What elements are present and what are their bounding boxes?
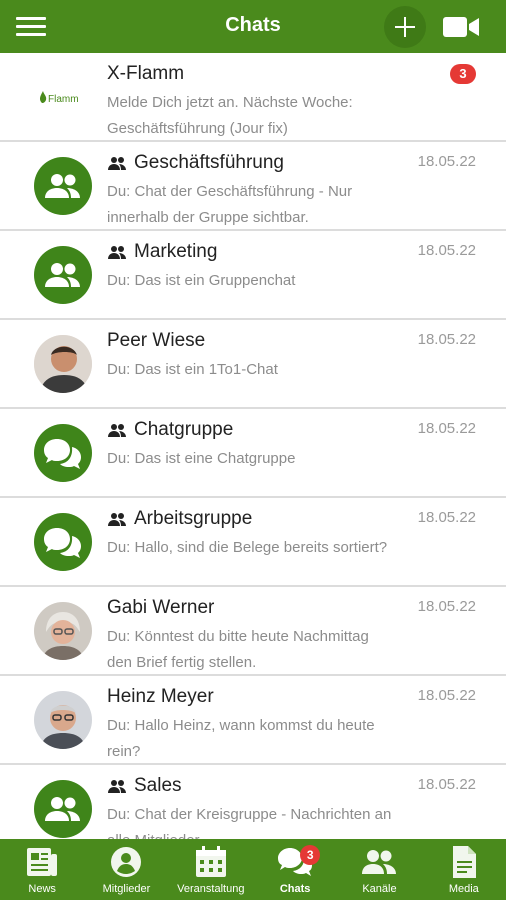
- top-app-bar: Chats: [0, 0, 506, 53]
- chat-item-gabi-werner[interactable]: Gabi Werner Du: Könntest du bitte heute …: [0, 587, 506, 676]
- chat-preview: Du: Das ist ein 1To1-Chat: [107, 361, 278, 378]
- newspaper-icon: [27, 848, 58, 876]
- chat-item-sales[interactable]: Sales Du: Chat der Kreisgruppe - Nachric…: [0, 765, 506, 839]
- group-icon: [34, 157, 92, 215]
- tab-label: News: [28, 883, 56, 895]
- chat-date: 18.05.22: [417, 509, 476, 526]
- group-small-icon: [108, 780, 126, 793]
- chat-date: 18.05.22: [417, 242, 476, 259]
- chat-item-x-flamm[interactable]: Flamm X-Flamm Melde Dich jetzt an. Nächs…: [0, 53, 506, 142]
- document-icon: [452, 846, 476, 878]
- plus-icon: [395, 17, 415, 37]
- chat-preview: Du: Könntest du bitte heute Nachmittag d…: [107, 628, 369, 671]
- group-small-icon: [108, 424, 126, 437]
- avatar-peer-wiese: [34, 335, 92, 393]
- chat-preview: Du: Das ist eine Chatgruppe: [107, 450, 296, 467]
- chat-preview: Du: Hallo Heinz, wann kommst du heute re…: [107, 717, 375, 760]
- chat-item-chatgruppe[interactable]: Chatgruppe Du: Das ist eine Chatgruppe 1…: [0, 409, 506, 498]
- tab-mitglieder[interactable]: Mitglieder: [84, 839, 168, 900]
- group-small-icon: [108, 157, 126, 170]
- chat-item-geschaeftsfuehrung[interactable]: Geschäftsführung Du: Chat der Geschäftsf…: [0, 142, 506, 231]
- chat-date: 18.05.22: [417, 598, 476, 615]
- tab-chats[interactable]: 3 Chats: [253, 839, 337, 900]
- tab-label: Kanäle: [362, 883, 397, 895]
- chats-badge: 3: [300, 845, 321, 865]
- tab-label: Veranstaltung: [177, 883, 245, 895]
- chat-name: Chatgruppe: [134, 419, 234, 440]
- svg-text:Flamm: Flamm: [48, 94, 79, 105]
- chat-preview: Du: Das ist ein Gruppenchat: [107, 272, 296, 289]
- tab-kanaele[interactable]: Kanäle: [337, 839, 421, 900]
- chat-date: 18.05.22: [417, 153, 476, 170]
- chat-preview: Du: Chat der Geschäftsführung - Nur inne…: [107, 183, 353, 226]
- chat-date: 18.05.22: [417, 687, 476, 704]
- chat-date: 18.05.22: [417, 776, 476, 793]
- chat-preview: Du: Chat der Kreisgruppe - Nachrichten a…: [107, 806, 392, 839]
- chat-name: Gabi Werner: [107, 597, 215, 618]
- tab-news[interactable]: News: [0, 839, 84, 900]
- chat-preview: Du: Hallo, sind die Belege bereits sorti…: [107, 539, 388, 556]
- page-title: Chats: [225, 14, 281, 36]
- avatar-heinz-meyer: [34, 691, 92, 749]
- chat-name: Geschäftsführung: [134, 152, 284, 173]
- tab-veranstaltung[interactable]: Veranstaltung: [169, 839, 253, 900]
- group-icon: [34, 246, 92, 304]
- chat-item-heinz-meyer[interactable]: Heinz Meyer Du: Hallo Heinz, wann kommst…: [0, 676, 506, 765]
- chat-name: Heinz Meyer: [107, 686, 214, 707]
- tab-label: Media: [448, 883, 479, 895]
- group-icon: [362, 850, 397, 874]
- add-chat-button[interactable]: [384, 6, 426, 48]
- chat-name: Arbeitsgruppe: [134, 508, 253, 529]
- tab-label: Chats: [279, 883, 311, 895]
- group-icon: [34, 780, 92, 838]
- chat-name: Sales: [134, 775, 182, 796]
- chat-date: 18.05.22: [417, 420, 476, 437]
- person-icon: [111, 847, 142, 877]
- chat-bubbles-icon: [34, 424, 92, 482]
- chat-date: 18.05.22: [417, 331, 476, 348]
- unread-badge: 3: [450, 64, 476, 84]
- chat-item-marketing[interactable]: Marketing Du: Das ist ein Gruppenchat 18…: [0, 231, 506, 320]
- video-camera-icon[interactable]: [442, 14, 480, 40]
- chat-name: Marketing: [134, 241, 218, 262]
- calendar-icon: [195, 846, 226, 877]
- group-small-icon: [108, 513, 126, 526]
- chat-bubbles-icon: [34, 513, 92, 571]
- chat-list: Flamm X-Flamm Melde Dich jetzt an. Nächs…: [0, 53, 506, 839]
- xflamm-logo: Flamm: [34, 68, 92, 126]
- group-small-icon: [108, 246, 126, 259]
- avatar-gabi-werner: [34, 602, 92, 660]
- chat-preview: Melde Dich jetzt an. Nächste Woche: Gesc…: [107, 94, 353, 137]
- chat-name: X-Flamm: [107, 63, 185, 84]
- chat-name: Peer Wiese: [107, 330, 206, 351]
- tab-media[interactable]: Media: [422, 839, 506, 900]
- chat-item-arbeitsgruppe[interactable]: Arbeitsgruppe Du: Hallo, sind die Belege…: [0, 498, 506, 587]
- chat-item-peer-wiese[interactable]: Peer Wiese Du: Das ist ein 1To1-Chat 18.…: [0, 320, 506, 409]
- tab-label: Mitglieder: [102, 883, 151, 895]
- bottom-tab-bar: News Mitglieder Veranstaltung 3 Chats Ka…: [0, 839, 506, 900]
